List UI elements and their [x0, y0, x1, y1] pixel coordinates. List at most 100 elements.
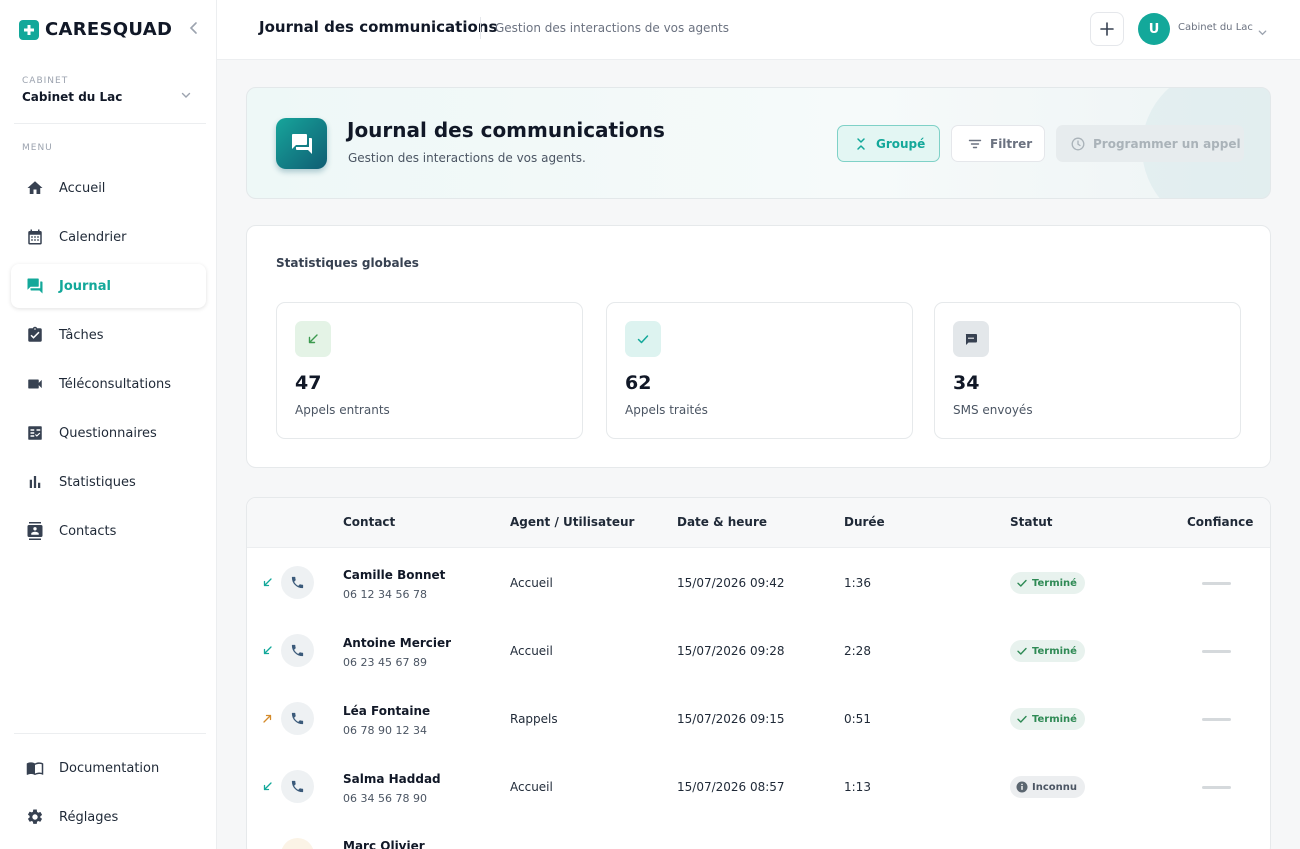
- check-icon: [1017, 715, 1027, 723]
- checklist-icon: [28, 426, 42, 440]
- user-menu-label[interactable]: Cabinet du Lac: [1178, 22, 1253, 33]
- sidebar-item-reglages[interactable]: Réglages: [11, 795, 206, 839]
- table-row[interactable]: Léa Fontaine 06 78 90 12 34 Rappels 15/0…: [247, 685, 1270, 753]
- column-header-duration[interactable]: Durée: [844, 515, 885, 529]
- calendar-icon: [28, 229, 42, 245]
- brand-logo[interactable]: CARESQUAD: [19, 19, 172, 40]
- date-cell: 15/07/2026 08:57: [677, 780, 785, 794]
- phone-icon: [281, 566, 314, 599]
- page-title: Journal des communications: [259, 18, 498, 36]
- table-header: Contact Agent / Utilisateur Date & heure…: [247, 498, 1270, 548]
- journal-hero-card: Journal des communications Gestion des i…: [246, 87, 1271, 199]
- status-label: Terminé: [1032, 713, 1077, 725]
- column-header-contact[interactable]: Contact: [343, 515, 395, 529]
- chat-icon: [276, 118, 327, 169]
- sidebar-item-label: Accueil: [59, 180, 106, 196]
- sidebar-item-label: Documentation: [59, 760, 160, 776]
- sidebar-item-taches[interactable]: Tâches: [11, 313, 206, 357]
- book-icon: [26, 762, 44, 776]
- arrow-incoming-icon: [263, 646, 272, 655]
- stat-label: Appels entrants: [295, 403, 390, 417]
- communications-table: Contact Agent / Utilisateur Date & heure…: [246, 497, 1271, 849]
- sidebar-item-statistiques[interactable]: Statistiques: [11, 460, 206, 504]
- add-button[interactable]: [1090, 12, 1124, 46]
- table-row[interactable]: Marc Olivier: [247, 821, 1270, 849]
- filter-icon: [968, 139, 982, 148]
- duration-cell: 1:36: [844, 576, 871, 590]
- column-header-confidence[interactable]: Confiance: [1187, 515, 1253, 529]
- group-toggle-button[interactable]: Groupé: [837, 125, 940, 162]
- stat-label: Appels traités: [625, 403, 708, 417]
- status-label: Terminé: [1032, 577, 1077, 589]
- date-cell: 15/07/2026 09:28: [677, 644, 785, 658]
- agent-cell: Accueil: [510, 644, 553, 658]
- duration-cell: 1:13: [844, 780, 871, 794]
- info-icon: [1016, 781, 1028, 793]
- home-icon: [27, 181, 43, 194]
- schedule-call-button[interactable]: Programmer un appel: [1056, 125, 1244, 162]
- arrow-incoming-icon: [295, 321, 331, 357]
- phone-icon: [281, 770, 314, 803]
- plus-cross-icon: [19, 19, 39, 40]
- sidebar-item-label: Réglages: [59, 809, 119, 825]
- sidebar-item-accueil[interactable]: Accueil: [11, 166, 206, 210]
- confidence-bar: [1202, 786, 1231, 789]
- contact-phone: 06 23 45 67 89: [343, 656, 427, 669]
- sidebar-item-questionnaires[interactable]: Questionnaires: [11, 411, 206, 455]
- message-icon: [281, 838, 314, 849]
- cabinet-selector[interactable]: Cabinet du Lac: [22, 90, 122, 104]
- column-header-agent[interactable]: Agent / Utilisateur: [510, 515, 634, 529]
- divider: [480, 17, 481, 39]
- duration-cell: 0:51: [844, 712, 871, 726]
- chevron-down-icon[interactable]: [180, 86, 192, 98]
- collapse-arrows-icon: [857, 137, 865, 150]
- phone-icon: [281, 702, 314, 735]
- agent-cell: Accueil: [510, 780, 553, 794]
- sidebar-item-teleconsultations[interactable]: Téléconsultations: [11, 362, 206, 406]
- sidebar-item-label: Questionnaires: [59, 425, 157, 441]
- table-row[interactable]: Camille Bonnet 06 12 34 56 78 Accueil 15…: [247, 549, 1270, 617]
- contact-card-icon: [27, 522, 43, 540]
- sms-icon: [953, 321, 989, 357]
- hero-title: Journal des communications: [347, 118, 665, 142]
- check-icon: [625, 321, 661, 357]
- sidebar-item-calendrier[interactable]: Calendrier: [11, 215, 206, 259]
- filter-button[interactable]: Filtrer: [951, 125, 1045, 162]
- global-stats-card: Statistiques globales 47 Appels entrants…: [246, 225, 1271, 468]
- stat-value: 62: [625, 372, 652, 394]
- contact-name: Marc Olivier: [343, 839, 425, 849]
- date-cell: 15/07/2026 09:15: [677, 712, 785, 726]
- stat-value: 47: [295, 372, 322, 394]
- status-label: Terminé: [1032, 645, 1077, 657]
- status-badge: Terminé: [1010, 708, 1085, 730]
- cabinet-caption: CABINET: [22, 76, 69, 86]
- group-button-label: Groupé: [876, 136, 926, 151]
- chevron-left-icon[interactable]: [186, 20, 202, 36]
- contact-name: Camille Bonnet: [343, 568, 446, 582]
- date-cell: 15/07/2026 09:42: [677, 576, 785, 590]
- divider: [14, 733, 206, 734]
- column-header-date[interactable]: Date & heure: [677, 515, 767, 529]
- phone-icon: [281, 634, 314, 667]
- gear-icon: [27, 809, 43, 824]
- sidebar-item-contacts[interactable]: Contacts: [11, 509, 206, 553]
- table-row[interactable]: Salma Haddad 06 34 56 78 90 Accueil 15/0…: [247, 753, 1270, 821]
- clock-icon: [1071, 137, 1085, 150]
- arrow-incoming-icon: [263, 782, 272, 791]
- chevron-down-icon[interactable]: [1257, 23, 1268, 36]
- top-header: Journal des communications Gestion des i…: [217, 0, 1300, 60]
- stat-card-handled-calls: 62 Appels traités: [606, 302, 913, 439]
- sidebar-item-label: Contacts: [59, 523, 117, 539]
- check-icon: [1017, 579, 1027, 587]
- table-row[interactable]: Antoine Mercier 06 23 45 67 89 Accueil 1…: [247, 617, 1270, 685]
- sidebar-item-journal[interactable]: Journal: [11, 264, 206, 308]
- menu-caption: MENU: [22, 143, 53, 153]
- agent-cell: Rappels: [510, 712, 558, 726]
- sidebar-item-documentation[interactable]: Documentation: [11, 746, 206, 790]
- sidebar-item-label: Téléconsultations: [59, 376, 172, 392]
- plus-icon: [1100, 22, 1114, 36]
- avatar[interactable]: U: [1138, 13, 1170, 45]
- stats-title: Statistiques globales: [276, 256, 419, 270]
- column-header-status[interactable]: Statut: [1010, 515, 1053, 529]
- status-label: Inconnu: [1032, 781, 1077, 793]
